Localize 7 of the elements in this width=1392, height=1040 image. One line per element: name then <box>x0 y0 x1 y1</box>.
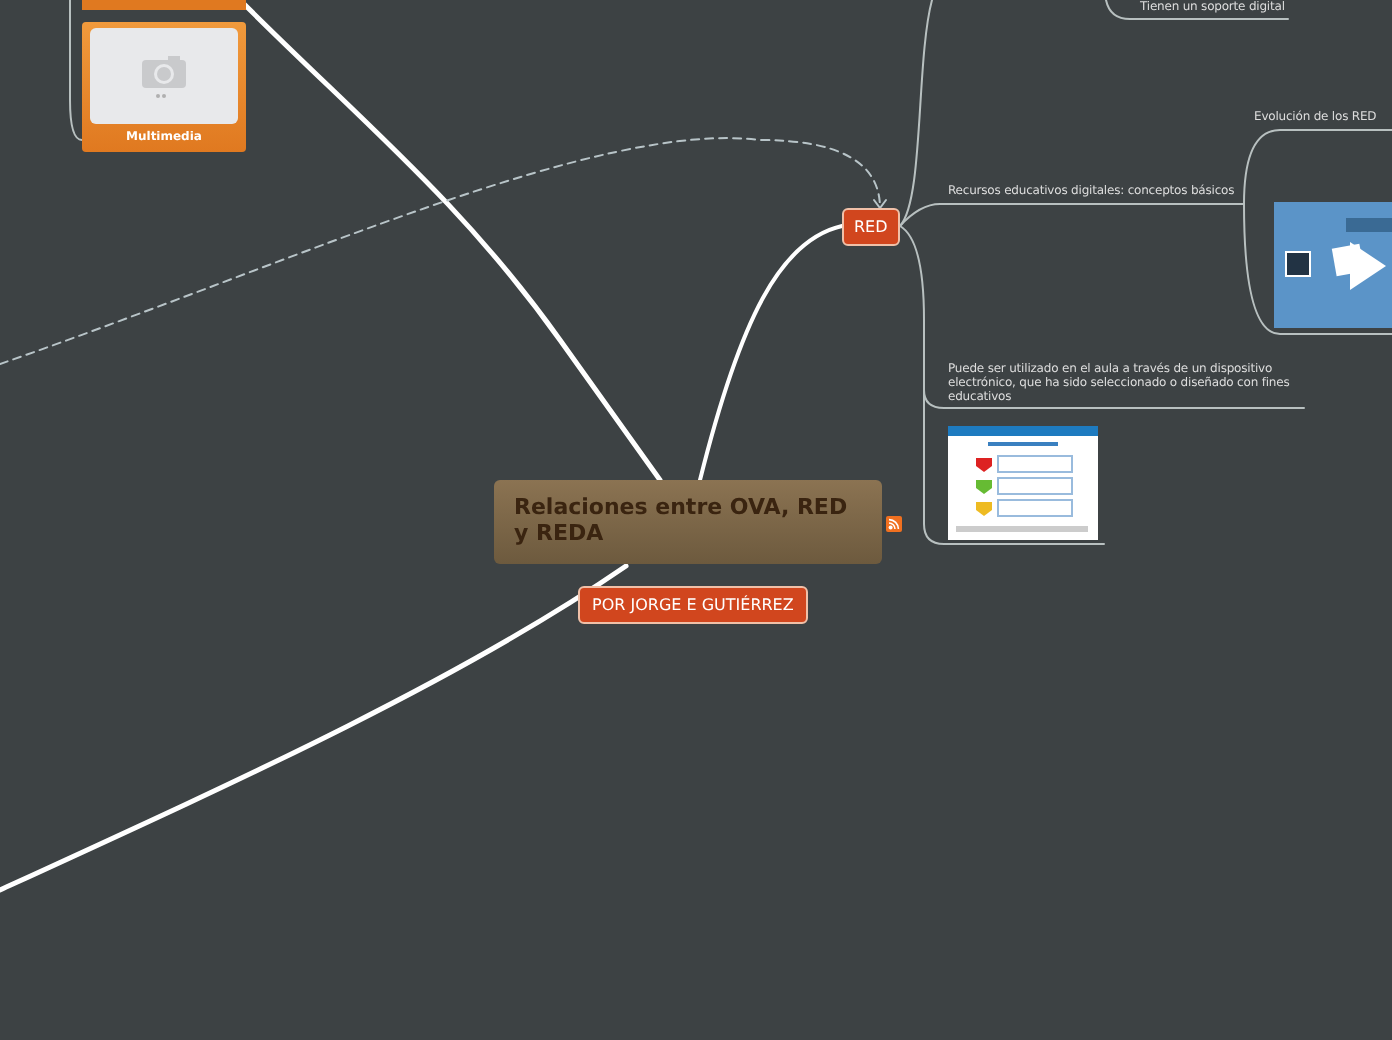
central-topic[interactable]: Relaciones entre OVA, RED y REDA <box>494 480 882 564</box>
subtopic-node[interactable]: POR JORGE E GUTIÉRREZ <box>578 586 808 624</box>
connector-line <box>69 0 83 141</box>
camera-icon <box>140 54 188 98</box>
video-thumbnail <box>1274 202 1392 328</box>
rss-icon <box>886 516 902 532</box>
topic-node[interactable]: RED <box>842 208 900 246</box>
